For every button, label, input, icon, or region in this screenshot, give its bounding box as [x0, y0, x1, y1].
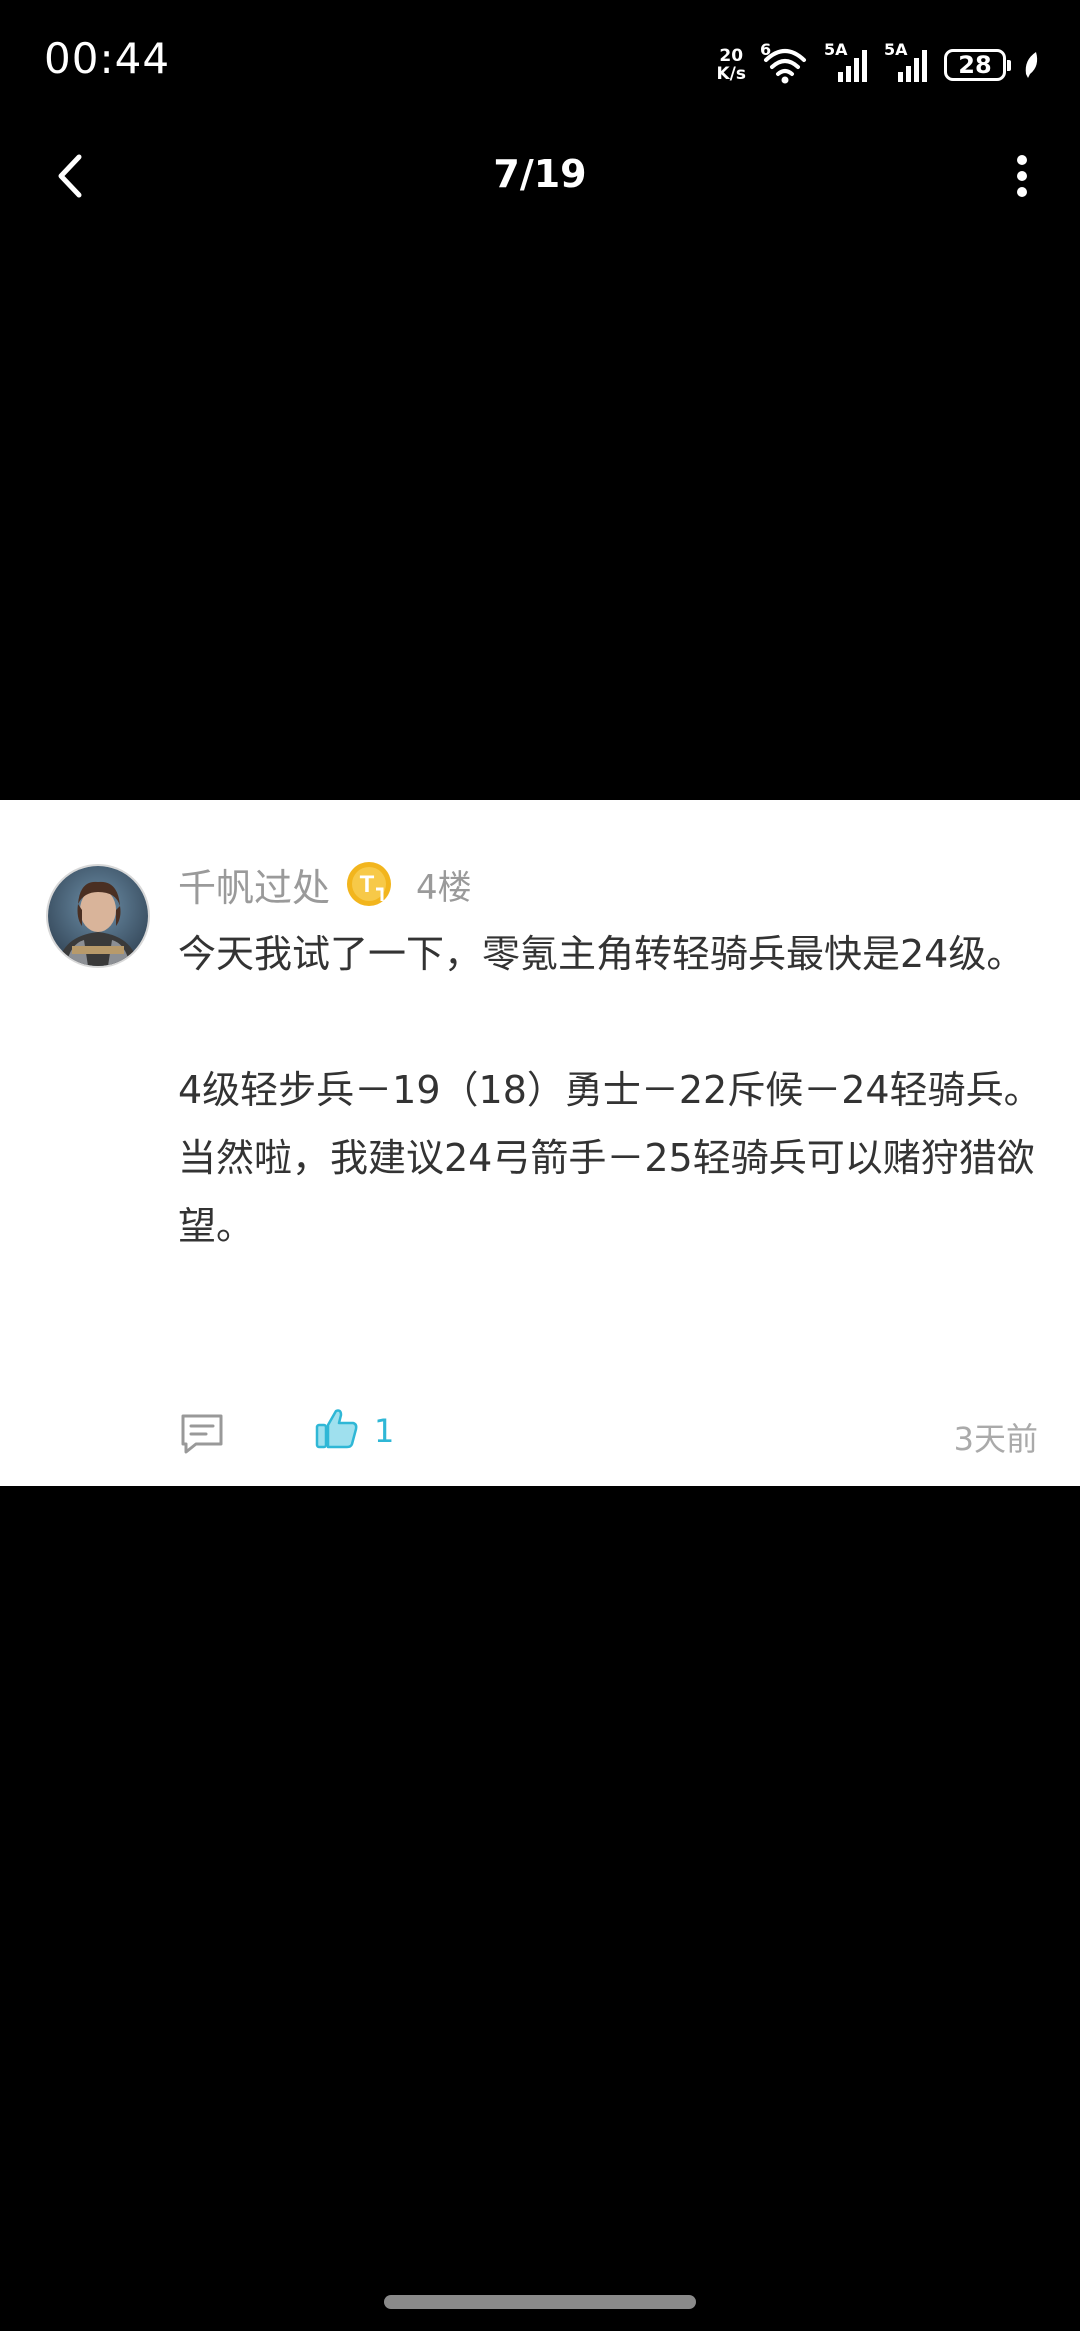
status-icons: 20 K/s 6 5A 5A 28: [716, 40, 1040, 90]
more-vertical-icon: [1015, 154, 1029, 202]
user-row: 千帆过处 T 4楼: [178, 856, 472, 912]
badge-letter: T: [360, 871, 375, 898]
more-button[interactable]: [992, 148, 1052, 208]
battery-icon: 28: [944, 49, 1011, 81]
comment-paragraph: 今天我试了一下，零氪主角转轻骑兵最快是24级。: [178, 932, 1025, 976]
like-button[interactable]: 1: [314, 1406, 394, 1456]
signal-icon: 5A: [824, 40, 870, 86]
leaf-icon: [1022, 50, 1040, 80]
home-indicator[interactable]: [384, 2295, 696, 2309]
comment-card: 千帆过处 T 4楼 今天我试了一下，零氪主角转轻骑兵最快是24级。 4级轻步兵－…: [0, 800, 1080, 1486]
comment-paragraph: 4级轻步兵－19（18）勇士－22斥候－24轻骑兵。: [178, 1068, 1042, 1112]
status-bar: 00:44 20 K/s 6 5A 5A 28: [0, 0, 1080, 130]
wifi-label: 6: [760, 40, 772, 59]
like-count: 1: [374, 1412, 395, 1450]
level-badge-icon: T: [346, 861, 392, 907]
timestamp: 3天前: [953, 1420, 1038, 1458]
avatar[interactable]: [46, 864, 150, 968]
reply-button[interactable]: [178, 1410, 226, 1458]
thumbs-up-icon: [314, 1406, 360, 1456]
network-speed: 20 K/s: [716, 47, 746, 83]
comment-text: 今天我试了一下，零氪主角转轻骑兵最快是24级。 4级轻步兵－19（18）勇士－2…: [178, 920, 1048, 1260]
battery-level: 28: [958, 51, 992, 79]
network-speed-unit: K/s: [716, 64, 746, 84]
comment-actions: 1 3天前: [178, 1406, 1038, 1466]
wifi-icon: 6: [760, 40, 810, 86]
network-speed-value: 20: [719, 46, 744, 66]
username[interactable]: 千帆过处: [178, 857, 330, 912]
page-counter: 7/19: [493, 152, 587, 196]
top-nav: 7/19: [0, 130, 1080, 226]
sim1-label: 5A: [824, 40, 848, 59]
signal-icon: 5A: [884, 40, 930, 86]
comment-icon: [178, 1414, 226, 1462]
sim2-label: 5A: [884, 40, 908, 59]
floor-number: 4楼: [416, 867, 472, 908]
comment-paragraph: [178, 988, 1048, 1056]
comment-paragraph: 当然啦，我建议24弓箭手－25轻骑兵可以赌狩猎欲望。: [178, 1136, 1035, 1248]
status-time: 00:44: [44, 34, 171, 83]
